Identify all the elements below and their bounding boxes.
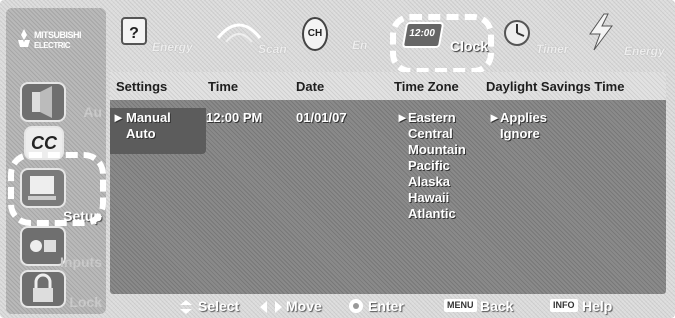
brand-subname: ELECTRIC bbox=[34, 41, 71, 50]
sidebar-item-lock[interactable]: Lock bbox=[6, 270, 106, 318]
time-zone-mountain[interactable]: Mountain bbox=[408, 142, 466, 158]
info-key-icon: INFO bbox=[550, 299, 578, 312]
top-menu-label: Energy bbox=[152, 40, 193, 54]
svg-text:?: ? bbox=[129, 25, 139, 42]
audio-icon bbox=[20, 82, 66, 122]
settings-column: ► Manual Auto bbox=[110, 108, 206, 154]
brand-logo: MITSUBISHI ELECTRIC bbox=[12, 24, 96, 64]
hint-move: Move bbox=[286, 298, 322, 314]
time-zone-central[interactable]: Central bbox=[408, 126, 453, 142]
time-value[interactable]: 12:00 PM bbox=[206, 110, 262, 126]
top-menu-label: Timer bbox=[536, 42, 569, 56]
top-menu-energy[interactable]: Energy bbox=[584, 12, 670, 58]
header-settings: Settings bbox=[116, 79, 168, 94]
scan-icon bbox=[216, 23, 262, 43]
tv-menu-screen: MITSUBISHI ELECTRIC Au CC Setup Inputs L… bbox=[0, 0, 675, 318]
top-menu-label: En bbox=[352, 38, 368, 52]
top-menu-label: Energy bbox=[624, 44, 665, 58]
sidebar-item-inputs[interactable]: Inputs bbox=[6, 222, 106, 270]
selection-pointer-icon: ► bbox=[112, 110, 125, 125]
dst-ignore[interactable]: Ignore bbox=[500, 126, 540, 142]
dst-applies[interactable]: Applies bbox=[500, 110, 547, 126]
sidebar-item-label: Inputs bbox=[60, 254, 102, 270]
lock-icon bbox=[20, 270, 66, 308]
top-menu-scan[interactable]: Scan bbox=[208, 12, 288, 58]
time-zone-pacific[interactable]: Pacific bbox=[408, 158, 450, 174]
energy-star-icon: ? bbox=[121, 17, 147, 45]
top-menu-label: Scan bbox=[258, 42, 287, 56]
time-zone-hawaii[interactable]: Hawaii bbox=[408, 190, 449, 206]
hint-select: Select bbox=[198, 298, 240, 314]
selection-pointer-icon: ► bbox=[488, 110, 501, 125]
time-zone-alaska[interactable]: Alaska bbox=[408, 174, 450, 190]
hint-back: Back bbox=[480, 298, 514, 314]
energy-icon bbox=[589, 13, 613, 51]
sidebar-item-label: Au bbox=[83, 104, 102, 120]
move-arrows-icon bbox=[260, 301, 282, 313]
brand-diamonds-icon bbox=[18, 29, 30, 47]
table-header: Settings Time Date Time Zone Daylight Sa… bbox=[110, 72, 666, 100]
hint-help: Help bbox=[582, 298, 613, 314]
top-menu-channel[interactable]: CH En bbox=[300, 12, 370, 58]
select-arrows-icon bbox=[180, 300, 192, 314]
top-menu-energy-star[interactable]: ? Energy bbox=[112, 12, 202, 58]
channel-icon: CH bbox=[302, 17, 328, 51]
button-hint-bar: Select Move Enter MENU Back INFO Help bbox=[110, 296, 666, 316]
sidebar-item-audio[interactable]: Au bbox=[6, 78, 106, 126]
clock-settings-panel: Settings Time Date Time Zone Daylight Sa… bbox=[110, 72, 666, 294]
enter-button-icon bbox=[349, 299, 363, 313]
time-zone-atlantic[interactable]: Atlantic bbox=[408, 206, 456, 222]
timer-icon bbox=[504, 20, 530, 46]
selection-pointer-icon: ► bbox=[396, 110, 409, 125]
menu-key-icon: MENU bbox=[444, 299, 477, 312]
setup-highlight-outline bbox=[8, 152, 106, 226]
time-zone-eastern[interactable]: Eastern bbox=[408, 110, 456, 126]
date-value[interactable]: 01/01/07 bbox=[296, 110, 347, 126]
svg-text:CH: CH bbox=[308, 28, 322, 39]
hint-enter: Enter bbox=[368, 298, 404, 314]
header-time-zone: Time Zone bbox=[394, 79, 459, 94]
sidebar-item-label: Lock bbox=[69, 294, 102, 310]
header-daylight-savings: Daylight Savings Time bbox=[486, 79, 625, 94]
option-auto[interactable]: Auto bbox=[126, 126, 156, 141]
header-date: Date bbox=[296, 79, 325, 94]
clock-highlight-outline bbox=[390, 14, 494, 74]
top-menu-timer[interactable]: Timer bbox=[500, 12, 570, 58]
option-manual[interactable]: Manual bbox=[126, 110, 171, 125]
brand-name: MITSUBISHI bbox=[34, 30, 82, 40]
header-time: Time bbox=[208, 79, 239, 94]
